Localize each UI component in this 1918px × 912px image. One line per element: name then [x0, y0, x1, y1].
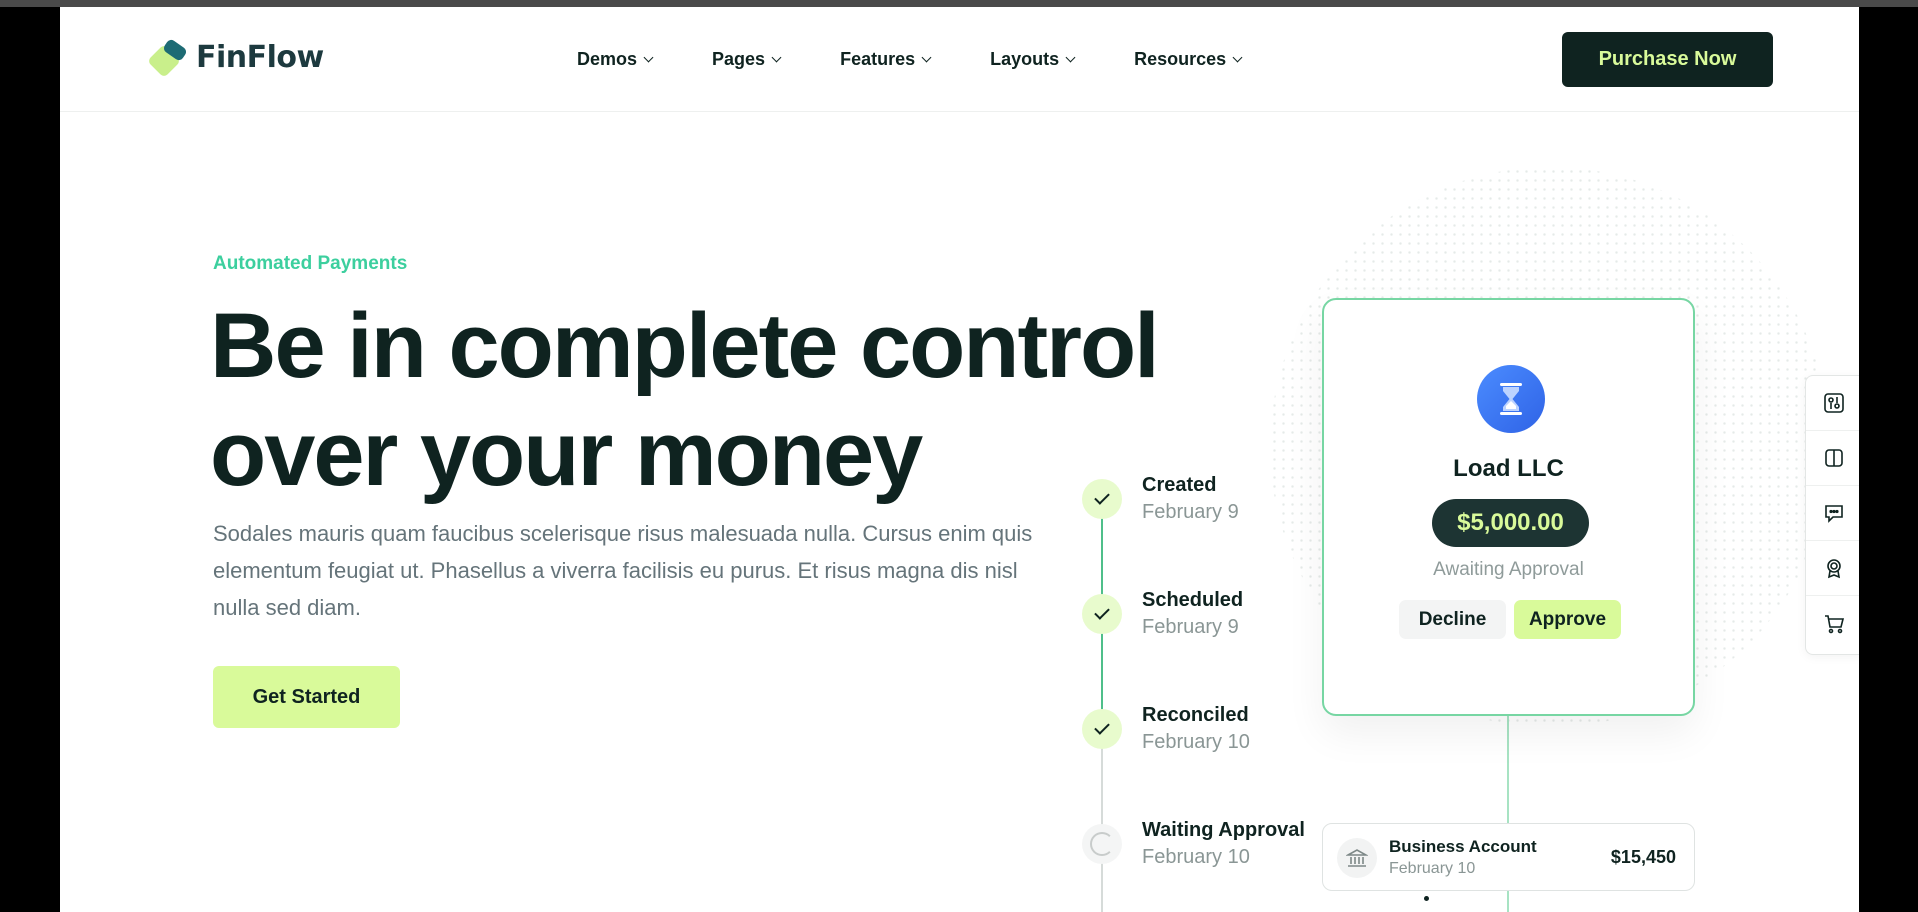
- nav-item-label: Features: [840, 49, 916, 69]
- chevron-down-icon: [921, 52, 932, 63]
- decline-button[interactable]: Decline: [1399, 600, 1506, 639]
- carousel-dot[interactable]: [1424, 896, 1429, 901]
- nav-item-pages[interactable]: Pages: [712, 49, 782, 70]
- book-icon[interactable]: [1806, 431, 1859, 486]
- main-nav: Demos Pages Features Layouts Resources: [577, 49, 1301, 70]
- logo-icon: [147, 37, 189, 78]
- check-icon: [1082, 594, 1122, 634]
- account-date: February 10: [1389, 860, 1476, 877]
- nav-item-layouts[interactable]: Layouts: [990, 49, 1076, 70]
- chevron-down-icon: [1065, 52, 1076, 63]
- timeline-step-title: Created: [1142, 474, 1217, 496]
- brand-logo[interactable]: FinFlow: [147, 37, 324, 78]
- account-name: Business Account: [1389, 837, 1537, 856]
- chevron-down-icon: [643, 52, 654, 63]
- chevron-down-icon: [1232, 52, 1243, 63]
- brand-name: FinFlow: [196, 40, 324, 75]
- timeline-step-title: Reconciled: [1142, 704, 1249, 726]
- timeline-step-date: February 10: [1142, 846, 1250, 868]
- loading-spinner-icon: [1082, 824, 1122, 864]
- cart-icon[interactable]: [1806, 596, 1859, 651]
- payee-name: Load LLC: [1453, 455, 1564, 482]
- check-icon: [1082, 479, 1122, 519]
- chat-icon[interactable]: [1806, 486, 1859, 541]
- timeline-step-date: February 9: [1142, 501, 1239, 523]
- page: FinFlow Demos Pages Features Layouts Res…: [60, 7, 1859, 912]
- timeline-step-reconciled: Reconciled February 10: [1082, 704, 1382, 769]
- nav-item-resources[interactable]: Resources: [1134, 49, 1243, 70]
- nav-item-label: Layouts: [990, 49, 1060, 69]
- timeline-step-title: Waiting Approval: [1142, 819, 1305, 841]
- payment-status: Awaiting Approval: [1433, 559, 1584, 580]
- payment-amount-badge: $5,000.00: [1432, 499, 1589, 547]
- purchase-now-button[interactable]: Purchase Now: [1562, 32, 1773, 87]
- timeline-step-title: Scheduled: [1142, 589, 1244, 611]
- nav-item-label: Resources: [1134, 49, 1227, 69]
- tool-rail: [1805, 375, 1859, 655]
- hourglass-icon: [1477, 365, 1545, 433]
- settings-sliders-icon[interactable]: [1806, 376, 1859, 431]
- chevron-down-icon: [771, 52, 782, 63]
- hero-headline: Be in complete control over your money: [210, 292, 1210, 508]
- approve-button[interactable]: Approve: [1514, 600, 1621, 639]
- site-header: FinFlow Demos Pages Features Layouts Res…: [60, 7, 1859, 112]
- hero-eyebrow: Automated Payments: [213, 253, 408, 274]
- get-started-button[interactable]: Get Started: [213, 666, 400, 728]
- nav-item-features[interactable]: Features: [840, 49, 932, 70]
- payment-approval-card: Load LLC $5,000.00 Awaiting Approval Dec…: [1322, 298, 1695, 716]
- bank-icon: [1337, 838, 1377, 878]
- business-account-card[interactable]: Business Account February 10 $15,450: [1322, 823, 1695, 891]
- hero-description: Sodales mauris quam faucibus scelerisque…: [213, 521, 1033, 620]
- browser-top-bar: [0, 0, 1918, 7]
- nav-item-demos[interactable]: Demos: [577, 49, 654, 70]
- check-icon: [1082, 709, 1122, 749]
- nav-item-label: Pages: [712, 49, 766, 69]
- account-balance: $15,450: [1610, 847, 1676, 867]
- timeline-step-date: February 9: [1142, 616, 1239, 638]
- badge-icon[interactable]: [1806, 541, 1859, 596]
- headline-line-2: over your money: [210, 403, 923, 505]
- nav-item-label: Demos: [577, 49, 638, 69]
- headline-line-1: Be in complete control: [210, 295, 1160, 397]
- timeline-step-date: February 10: [1142, 731, 1250, 753]
